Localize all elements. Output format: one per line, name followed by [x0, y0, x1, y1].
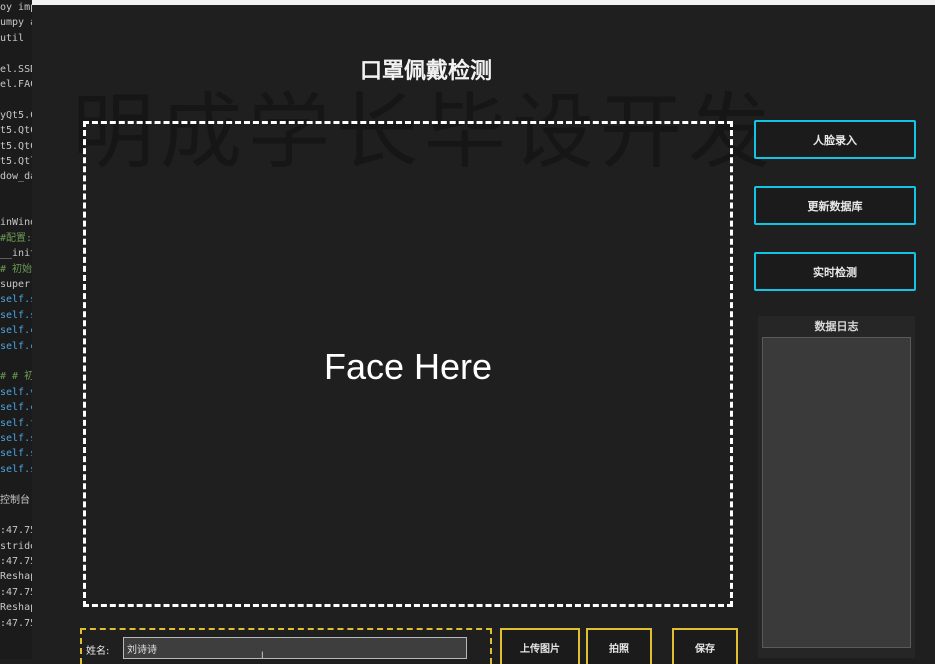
code-line: self.c — [0, 402, 32, 414]
realtime-detection-button[interactable]: 实时检测 — [754, 252, 916, 291]
code-line: t5.QtC — [0, 125, 32, 137]
code-line: self.s — [0, 463, 32, 475]
code-line: :47.75 — [0, 617, 32, 629]
mask-detection-window: 明成学长毕设开发 口罩佩戴检测 Face Here 人脸录入 更新数据库 实时检… — [32, 5, 935, 664]
code-line: self.s — [0, 448, 32, 460]
code-line: umpy a — [0, 17, 32, 29]
camera-preview-area: Face Here — [83, 121, 733, 607]
data-log-title: 数据日志 — [814, 320, 859, 333]
text-cursor-icon: I — [261, 651, 264, 661]
code-line: inWind — [0, 217, 32, 229]
code-line: Reshap — [0, 571, 32, 583]
background-code-editor: oy imp umpy a util el.SSD el.FAC yQt5.C t5.QtC… — [0, 0, 32, 659]
face-entry-button[interactable]: 人脸录入 — [754, 120, 916, 159]
update-database-button[interactable]: 更新数据库 — [754, 186, 916, 225]
page-title: 口罩佩戴检测 — [359, 58, 492, 84]
code-line: super( — [0, 279, 32, 291]
code-line: yQt5.C — [0, 109, 32, 121]
code-line: __init — [0, 248, 32, 260]
data-log-panel: 数据日志 — [758, 316, 915, 658]
code-line: self.s — [0, 309, 32, 321]
code-line: self.c — [0, 340, 32, 352]
code-line: el.SSD — [0, 63, 32, 75]
data-log-textarea[interactable] — [762, 337, 911, 648]
code-line: util — [0, 32, 25, 44]
code-line: :47.75 — [0, 586, 32, 598]
code-line: self.s — [0, 432, 32, 444]
code-line: :47.75 — [0, 556, 32, 568]
code-line: oy imp — [0, 2, 32, 13]
preview-placeholder-text: Face Here — [323, 346, 493, 387]
code-line: 控制台 — [0, 494, 30, 506]
code-line: # # 初 — [0, 371, 32, 383]
code-line: :47.75 — [0, 525, 32, 537]
code-line: #配置: — [0, 232, 32, 244]
code-line: stride — [0, 540, 32, 552]
code-line: self.t — [0, 417, 32, 429]
code-line: t5.QtC — [0, 140, 32, 152]
code-line: self.v — [0, 386, 32, 398]
code-line: # 初始 — [0, 263, 32, 275]
code-line: t5.Qtl — [0, 155, 32, 167]
code-line: dow_da — [0, 171, 32, 183]
code-line: self.c — [0, 325, 32, 337]
code-line: el.FAC — [0, 78, 32, 90]
name-input[interactable] — [123, 637, 467, 659]
code-line: self.s — [0, 294, 32, 306]
name-label: 姓名: — [86, 646, 110, 657]
code-line: Reshap — [0, 602, 32, 614]
